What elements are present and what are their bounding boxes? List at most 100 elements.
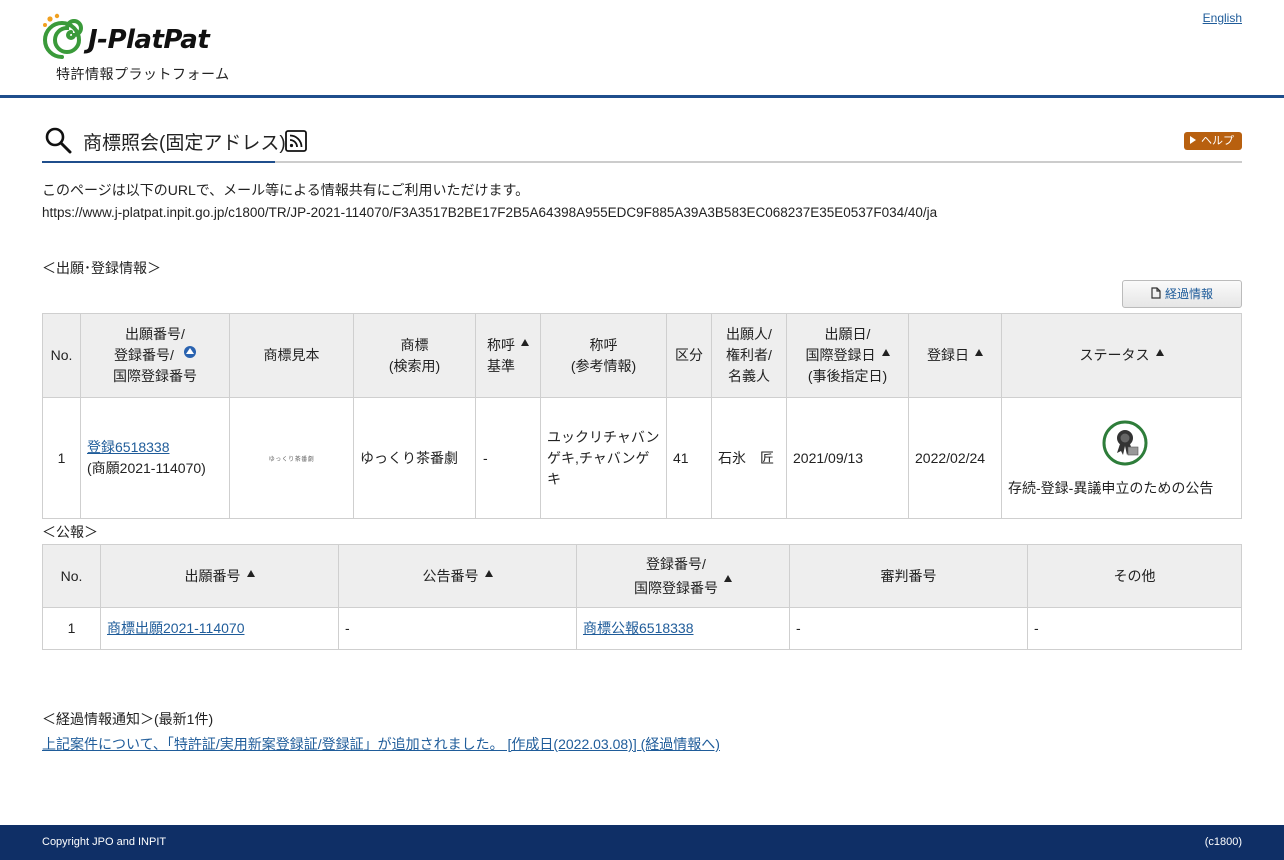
col-g-reg-number[interactable]: 登録番号/ 国際登録番号 [577,545,790,608]
table-row: 1 商標出願2021-114070 - 商標公報6518338 - - [43,608,1242,650]
copyright-text: Copyright JPO and INPIT [42,836,166,848]
history-button[interactable]: 経過情報 [1122,280,1242,308]
col-call-line2: 基準 [487,358,515,374]
g-row-other: - [1028,608,1242,650]
registration-link[interactable]: 登録6518338 [87,439,170,455]
row-class: 41 [667,398,712,519]
history-button-label: 経過情報 [1165,287,1213,301]
col-number[interactable]: 出願番号/ 登録番号/ 国際登録番号 [81,314,230,398]
col-date-line3: (事後指定日) [808,368,887,384]
col-applicant-line2: 権利者/ [726,347,772,363]
title-bar: 商標照会(固定アドレス) ヘルプ [42,119,1242,163]
col-g-reg-line1: 登録番号/ [646,556,706,572]
row-status: 存続-登録-異議申立のための公告 [1002,398,1242,519]
row-sample[interactable]: ゆっくり茶番劇 [230,398,354,519]
col-status[interactable]: ステータス [1002,314,1242,398]
sort-asc-icon[interactable] [485,570,493,577]
col-class: 区分 [667,314,712,398]
rss-icon[interactable] [285,130,307,152]
english-link[interactable]: English [1203,11,1242,25]
site-footer: Copyright JPO and INPIT (c1800) [0,825,1284,860]
logo-wordmark: J-PlatPat [88,25,209,55]
col-number-line1: 出願番号/ [125,326,185,342]
col-g-reg-line2: 国際登録番号 [634,580,718,596]
col-applicant: 出願人/ 権利者/ 名義人 [712,314,787,398]
col-number-line2: 登録番号/ [114,347,174,363]
row-number: 登録6518338 (商願2021-114070) [81,398,230,519]
document-icon [1151,287,1161,299]
status-text: 存続-登録-異議申立のための公告 [1008,478,1241,499]
page-title: 商標照会(固定アドレス) [83,128,286,155]
notice-section-label: ＜経過情報通知＞(最新1件) [42,709,213,729]
logo-subtitle: 特許情報プラットフォーム [56,64,230,84]
col-callref-line2: (参考情報) [571,358,636,374]
application-table: No. 出願番号/ 登録番号/ 国際登録番号 商標見本 商標 (検索用) 称呼 … [42,313,1242,519]
row-call-basis: - [476,398,541,519]
col-mark: 商標 (検索用) [354,314,476,398]
sort-asc-icon[interactable] [882,349,890,356]
col-call-ref: 称呼 (参考情報) [541,314,667,398]
col-call-basis[interactable]: 称呼 基準 [476,314,541,398]
title-underline [42,161,275,163]
application-number: (商願2021-114070) [87,460,206,476]
g-row-app: 商標出願2021-114070 [101,608,339,650]
play-icon [1190,136,1196,144]
certificate-badge-icon[interactable] [1102,420,1148,466]
col-date-line1: 出願日/ [825,326,871,342]
col-call-line1: 称呼 [487,337,515,353]
trademark-gazette-link[interactable]: 商標公報6518338 [583,620,694,636]
col-number-line3: 国際登録番号 [113,368,197,384]
col-regdate-label: 登録日 [927,347,969,363]
sort-up-circle-icon[interactable] [184,346,196,358]
trademark-application-link[interactable]: 商標出願2021-114070 [107,620,244,636]
col-callref-line1: 称呼 [590,337,618,353]
g-row-pub: - [339,608,577,650]
col-sample: 商標見本 [230,314,354,398]
col-mark-line2: (検索用) [389,358,440,374]
row-reg-date: 2022/02/24 [909,398,1002,519]
sort-asc-icon[interactable] [724,575,732,582]
col-no: No. [43,314,81,398]
col-g-pub-number[interactable]: 公告番号 [339,545,577,608]
notice-link[interactable]: 上記案件について、「特許証/実用新案登録証/登録証」が追加されました。 [作成日… [42,734,720,754]
row-no: 1 [43,398,81,519]
jplatpat-logo[interactable]: J-PlatPat 特許情報プラットフォーム [42,13,242,85]
help-label: ヘルプ [1201,135,1234,147]
row-mark: ゆっくり茶番劇 [354,398,476,519]
gazette-table: No. 出願番号 公告番号 登録番号/ 国際登録番号 審判番号 その他 1 商標… [42,544,1242,650]
col-g-app-label: 出願番号 [185,568,241,584]
col-date-line2: 国際登録日 [806,347,876,363]
col-app-date[interactable]: 出願日/ 国際登録日 (事後指定日) [787,314,909,398]
col-applicant-line1: 出願人/ [726,326,772,342]
col-g-app-number[interactable]: 出願番号 [101,545,339,608]
trademark-sample-image[interactable]: ゆっくり茶番劇 [269,457,315,463]
sort-asc-icon[interactable] [247,570,255,577]
table-row: 1 登録6518338 (商願2021-114070) ゆっくり茶番劇 ゆっくり… [43,398,1242,519]
g-row-reg: 商標公報6518338 [577,608,790,650]
col-mark-line1: 商標 [401,337,429,353]
page-code: (c1800) [1205,836,1242,848]
row-call-ref: ユックリチャバンゲキ,チャバンゲキ [541,398,667,519]
g-row-trial: - [790,608,1028,650]
sort-asc-icon[interactable] [975,349,983,356]
logo-spiral-icon [42,13,88,63]
application-section-label: ＜出願･登録情報＞ [42,258,161,278]
sort-asc-icon[interactable] [1156,349,1164,356]
sort-asc-icon[interactable] [521,339,529,346]
row-app-date: 2021/09/13 [787,398,909,519]
col-g-other: その他 [1028,545,1242,608]
row-applicant: 石氷 匠 [712,398,787,519]
help-button[interactable]: ヘルプ [1184,132,1242,150]
col-applicant-line3: 名義人 [728,368,770,384]
col-reg-date[interactable]: 登録日 [909,314,1002,398]
col-g-pub-label: 公告番号 [423,568,479,584]
fixed-url: https://www.j-platpat.inpit.go.jp/c1800/… [42,205,937,220]
col-g-no: No. [43,545,101,608]
col-status-label: ステータス [1080,347,1150,363]
gazette-section-label: ＜公報＞ [42,522,98,542]
info-description: このページは以下のURLで、メール等による情報共有にご利用いただけます。 [42,180,529,200]
g-row-no: 1 [43,608,101,650]
site-header: J-PlatPat 特許情報プラットフォーム English [0,0,1284,98]
col-g-trial: 審判番号 [790,545,1028,608]
search-icon [44,126,72,154]
